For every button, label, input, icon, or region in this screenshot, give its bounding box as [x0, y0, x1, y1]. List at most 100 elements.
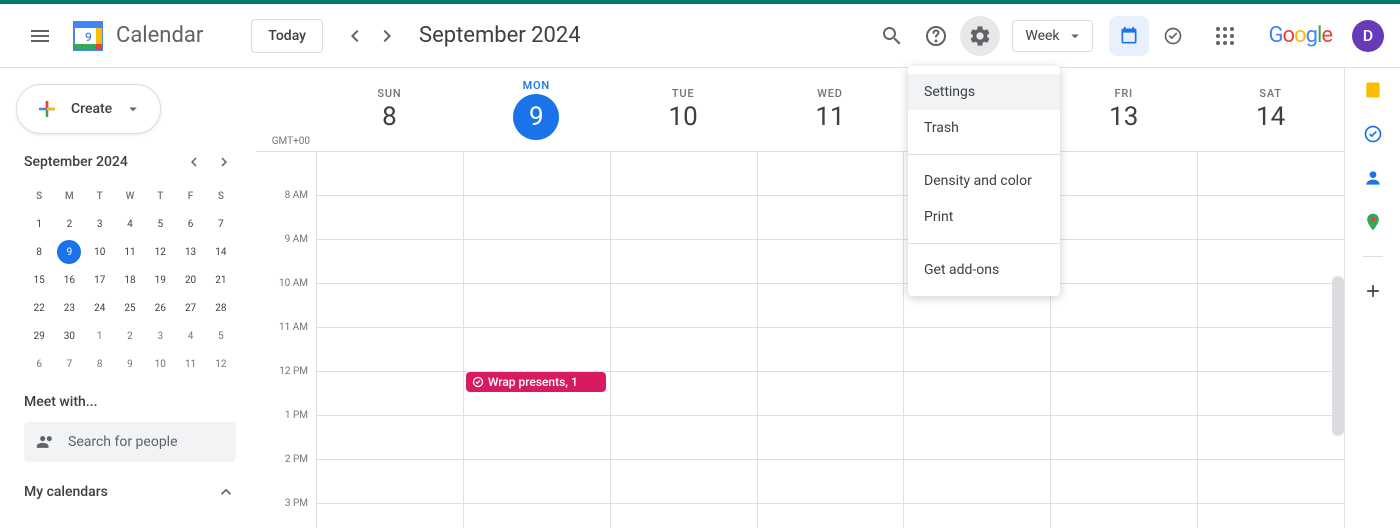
hour-cell[interactable] — [904, 416, 1050, 460]
contacts-icon[interactable] — [1363, 168, 1383, 188]
add-panel-icon[interactable] — [1363, 281, 1383, 301]
hour-cell[interactable] — [1198, 196, 1344, 240]
mini-day-cell[interactable]: 13 — [175, 238, 205, 266]
hour-cell[interactable] — [611, 504, 757, 528]
mini-day-cell[interactable]: 27 — [175, 294, 205, 322]
mini-day-cell[interactable]: 29 — [24, 322, 54, 350]
menu-trash[interactable]: Trash — [908, 110, 1060, 146]
mini-day-cell[interactable]: 7 — [206, 210, 236, 238]
tasks-panel-icon[interactable] — [1363, 124, 1383, 144]
hour-cell[interactable] — [1051, 328, 1197, 372]
hour-cell[interactable] — [464, 460, 610, 504]
mini-day-cell[interactable]: 11 — [175, 350, 205, 378]
hour-cell[interactable] — [317, 240, 463, 284]
mini-day-cell[interactable]: 22 — [24, 294, 54, 322]
day-header[interactable]: WED11 — [757, 68, 904, 151]
hour-cell[interactable] — [758, 460, 904, 504]
hour-cell[interactable] — [904, 504, 1050, 528]
hour-cell[interactable] — [1051, 152, 1197, 196]
hour-cell[interactable] — [1051, 460, 1197, 504]
mini-day-cell[interactable]: 16 — [54, 266, 84, 294]
hour-cell[interactable] — [1198, 328, 1344, 372]
mini-day-cell[interactable]: 12 — [206, 350, 236, 378]
hour-cell[interactable] — [1051, 416, 1197, 460]
mini-day-cell[interactable]: 17 — [85, 266, 115, 294]
help-button[interactable] — [916, 16, 956, 56]
hour-cell[interactable] — [317, 152, 463, 196]
hour-cell[interactable] — [1198, 152, 1344, 196]
create-button[interactable]: Create — [16, 84, 161, 134]
keep-icon[interactable] — [1363, 80, 1383, 100]
mini-day-cell[interactable]: 1 — [85, 322, 115, 350]
mini-day-cell[interactable]: 8 — [85, 350, 115, 378]
hour-cell[interactable] — [464, 240, 610, 284]
hour-cell[interactable] — [611, 240, 757, 284]
mini-day-cell[interactable]: 26 — [145, 294, 175, 322]
calendar-event[interactable]: Wrap presents, 1 — [466, 372, 606, 392]
mini-day-cell[interactable]: 21 — [206, 266, 236, 294]
day-column[interactable] — [1197, 152, 1344, 528]
day-header[interactable]: SUN8 — [316, 68, 463, 151]
day-column[interactable]: Wrap presents, 1 — [463, 152, 610, 528]
mini-day-cell[interactable]: 8 — [24, 238, 54, 266]
today-button[interactable]: Today — [251, 19, 323, 53]
mini-day-cell[interactable]: 5 — [206, 322, 236, 350]
mini-day-cell[interactable]: 24 — [85, 294, 115, 322]
calendar-view-toggle[interactable] — [1109, 16, 1149, 56]
hour-cell[interactable] — [1198, 504, 1344, 528]
hour-cell[interactable] — [464, 152, 610, 196]
mini-day-cell[interactable]: 12 — [145, 238, 175, 266]
hour-cell[interactable] — [1198, 240, 1344, 284]
search-button[interactable] — [872, 16, 912, 56]
day-header[interactable]: SAT14 — [1197, 68, 1344, 151]
hour-cell[interactable] — [611, 372, 757, 416]
settings-button[interactable] — [960, 16, 1000, 56]
hour-cell[interactable] — [611, 416, 757, 460]
hour-cell[interactable] — [464, 196, 610, 240]
scrollbar-thumb[interactable] — [1332, 276, 1344, 436]
mini-day-cell[interactable]: 4 — [115, 210, 145, 238]
hour-cell[interactable] — [464, 504, 610, 528]
mini-day-cell[interactable]: 9 — [57, 240, 81, 264]
mini-day-cell[interactable]: 11 — [115, 238, 145, 266]
hour-cell[interactable] — [1051, 372, 1197, 416]
hour-cell[interactable] — [464, 284, 610, 328]
hour-cell[interactable] — [1198, 284, 1344, 328]
hour-cell[interactable] — [464, 328, 610, 372]
hour-cell[interactable] — [1198, 416, 1344, 460]
mini-day-cell[interactable]: 14 — [206, 238, 236, 266]
hour-cell[interactable] — [611, 328, 757, 372]
apps-button[interactable] — [1205, 16, 1245, 56]
hour-cell[interactable] — [758, 416, 904, 460]
account-avatar[interactable]: D — [1352, 20, 1384, 52]
hour-cell[interactable] — [1051, 284, 1197, 328]
mini-day-cell[interactable]: 4 — [175, 322, 205, 350]
mini-day-cell[interactable]: 28 — [206, 294, 236, 322]
mini-day-cell[interactable]: 30 — [54, 322, 84, 350]
hour-cell[interactable] — [758, 284, 904, 328]
mini-day-cell[interactable]: 1 — [24, 210, 54, 238]
hour-cell[interactable] — [317, 460, 463, 504]
mini-day-cell[interactable]: 6 — [24, 350, 54, 378]
mini-day-cell[interactable]: 23 — [54, 294, 84, 322]
day-header[interactable]: FRI13 — [1050, 68, 1197, 151]
hour-cell[interactable] — [611, 284, 757, 328]
hour-cell[interactable] — [758, 372, 904, 416]
mini-day-cell[interactable]: 10 — [145, 350, 175, 378]
hour-cell[interactable] — [758, 240, 904, 284]
hour-cell[interactable] — [611, 460, 757, 504]
mini-day-cell[interactable]: 5 — [145, 210, 175, 238]
hour-cell[interactable] — [1051, 196, 1197, 240]
mini-next-button[interactable] — [212, 150, 236, 174]
mini-day-cell[interactable]: 2 — [115, 322, 145, 350]
next-period-button[interactable] — [371, 20, 403, 52]
my-calendars-section[interactable]: My calendars — [12, 482, 248, 502]
menu-print[interactable]: Print — [908, 199, 1060, 235]
hour-cell[interactable] — [904, 372, 1050, 416]
mini-day-cell[interactable]: 9 — [115, 350, 145, 378]
search-people-input[interactable]: Search for people — [24, 422, 236, 462]
mini-day-cell[interactable]: 19 — [145, 266, 175, 294]
mini-prev-button[interactable] — [182, 150, 206, 174]
day-header[interactable]: MON9 — [463, 68, 610, 151]
hour-cell[interactable] — [317, 284, 463, 328]
